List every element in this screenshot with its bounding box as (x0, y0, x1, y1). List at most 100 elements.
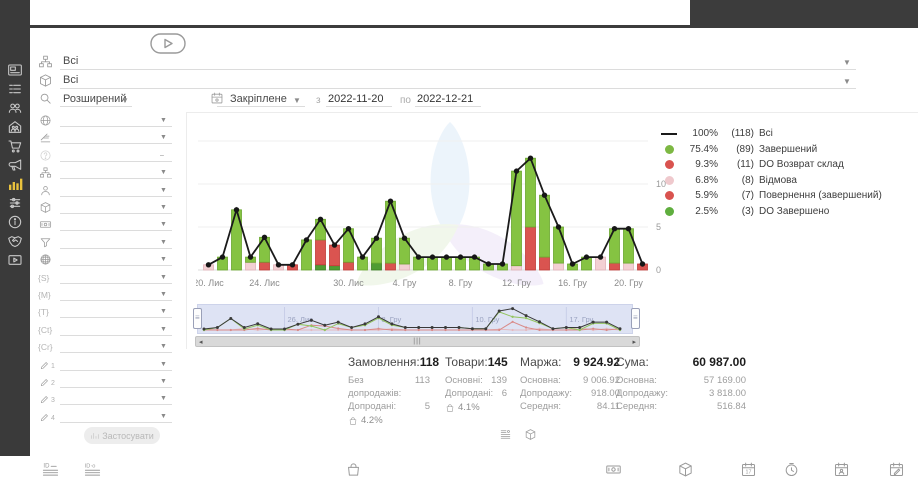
chevron-down-icon[interactable]: ▼ (160, 117, 167, 124)
filter-select-6[interactable] (60, 201, 172, 214)
col-time[interactable] (783, 461, 800, 478)
sidebar-item-marketing[interactable] (7, 157, 23, 173)
col-date-client[interactable] (833, 461, 850, 478)
line-point[interactable] (248, 254, 253, 259)
sidebar-item-clients[interactable] (7, 100, 23, 116)
sidebar-item-video[interactable] (7, 252, 23, 268)
search-mode-select[interactable]: Розширений (63, 93, 126, 105)
sidebar-item-warehouse[interactable] (7, 119, 23, 135)
col-money[interactable] (605, 461, 622, 478)
chevron-down-icon[interactable]: ▼ (160, 378, 167, 385)
filter-select-13[interactable] (60, 323, 172, 336)
col-id[interactable]: ID (42, 461, 59, 478)
line-point[interactable] (458, 254, 463, 259)
line-point[interactable] (514, 168, 519, 173)
bar-segment-pink[interactable] (554, 263, 564, 270)
chevron-down-icon[interactable]: ▼ (160, 187, 167, 194)
filter-select-16[interactable] (60, 375, 172, 388)
list-view-icon[interactable] (499, 428, 512, 441)
line-point[interactable] (304, 237, 309, 242)
col-date[interactable]: 17 (740, 461, 757, 478)
line-point[interactable] (500, 261, 505, 266)
chevron-down-icon[interactable]: ▼ (843, 58, 851, 67)
legend-item[interactable]: 5.9%(7)Повернення (завершений) (658, 188, 882, 204)
scroll-grip[interactable]: ||| (413, 338, 421, 345)
chevron-down-icon[interactable]: ▼ (160, 274, 167, 281)
line-point[interactable] (220, 254, 225, 259)
date-from-input[interactable]: 2022-11-20 (328, 93, 383, 105)
line-point[interactable] (598, 254, 603, 259)
chevron-down-icon[interactable]: ▼ (160, 239, 167, 246)
line-point[interactable] (640, 261, 645, 266)
date-mode-select[interactable]: Закріплене (230, 93, 287, 105)
chevron-down-icon[interactable]: ▼ (160, 221, 167, 228)
line-point[interactable] (584, 254, 589, 259)
chevron-down-icon[interactable]: ▼ (160, 308, 167, 315)
line-point[interactable] (402, 236, 407, 241)
line-point[interactable] (416, 254, 421, 259)
chevron-down-icon[interactable]: ▼ (160, 169, 167, 176)
chevron-down-icon[interactable]: ▼ (160, 291, 167, 298)
video-lessons-button[interactable] (150, 33, 186, 54)
line-point[interactable] (612, 226, 617, 231)
bar-segment-green[interactable] (624, 229, 634, 263)
col-id-order[interactable]: ID·o (84, 461, 101, 478)
chevron-down-icon[interactable]: ▼ (843, 77, 851, 86)
bar-segment-red[interactable] (260, 262, 270, 270)
chevron-down-icon[interactable]: ▼ (121, 96, 129, 105)
col-basket[interactable] (345, 461, 362, 478)
orders-chart[interactable]: 051020. Лис24. Лис30. Лис4. Гру8. Гру12.… (196, 118, 670, 296)
filter-select-7[interactable] (60, 218, 172, 231)
line-point[interactable] (472, 254, 477, 259)
filter-structure-select[interactable]: Всі (63, 55, 78, 67)
line-point[interactable] (570, 261, 575, 266)
bar-segment-pink[interactable] (400, 264, 410, 270)
filter-product-select[interactable]: Всі (63, 74, 78, 86)
bar-segment-dgreen[interactable] (330, 266, 340, 270)
bar-segment-red[interactable] (344, 262, 354, 270)
chevron-down-icon[interactable]: ▼ (293, 96, 301, 105)
filter-select-11[interactable] (60, 288, 172, 301)
legend-item[interactable]: 2.5%(3)DO Завершено (658, 204, 882, 220)
line-point[interactable] (528, 156, 533, 161)
chevron-down-icon[interactable]: ▼ (160, 326, 167, 333)
line-point[interactable] (388, 199, 393, 204)
bar-segment-red[interactable] (330, 245, 340, 266)
bar-segment-green[interactable] (512, 171, 522, 266)
legend-item[interactable]: 75.4%(89)Завершений (658, 142, 882, 158)
chart-range-preview[interactable]: 26. Лис3. Гру10. Гру17. Гру (197, 304, 633, 334)
col-product[interactable] (677, 461, 694, 478)
chevron-down-icon[interactable]: ▼ (160, 413, 167, 420)
line-point[interactable] (626, 226, 631, 231)
chevron-down-icon[interactable]: – (160, 152, 164, 159)
sidebar-item-partners[interactable] (7, 233, 23, 249)
line-point[interactable] (542, 193, 547, 198)
bar-segment-dgreen[interactable] (316, 265, 326, 270)
filter-select-10[interactable] (60, 271, 172, 284)
line-point[interactable] (444, 254, 449, 259)
legend-item[interactable]: 6.8%(8)Відмова (658, 173, 882, 189)
filter-select-15[interactable] (60, 358, 172, 371)
bar-segment-red[interactable] (610, 263, 620, 270)
filter-select-4[interactable] (60, 166, 172, 179)
chevron-down-icon[interactable]: ▼ (160, 395, 167, 402)
legend-item[interactable]: 100%(118)Всі (658, 126, 882, 142)
filter-select-3[interactable] (60, 149, 172, 162)
line-point[interactable] (234, 207, 239, 212)
product-view-icon[interactable] (524, 428, 537, 441)
line-point[interactable] (430, 254, 435, 259)
chevron-down-icon[interactable]: ▼ (160, 204, 167, 211)
bar-segment-green[interactable] (554, 227, 564, 263)
sidebar-item-shop[interactable] (7, 138, 23, 154)
filter-select-14[interactable] (60, 340, 172, 353)
apply-button[interactable]: Застосувати (84, 427, 160, 444)
chevron-down-icon[interactable]: ▼ (160, 343, 167, 350)
scroll-left-arrow[interactable]: ◂ (199, 338, 203, 346)
legend-item[interactable]: 9.3%(11)DO Возврат склад (658, 157, 882, 173)
filter-select-5[interactable] (60, 184, 172, 197)
filter-select-2[interactable] (60, 131, 172, 144)
filter-select-18[interactable] (60, 410, 172, 423)
filter-select-9[interactable] (60, 253, 172, 266)
bar-segment-red[interactable] (316, 240, 326, 265)
line-point[interactable] (206, 262, 211, 267)
